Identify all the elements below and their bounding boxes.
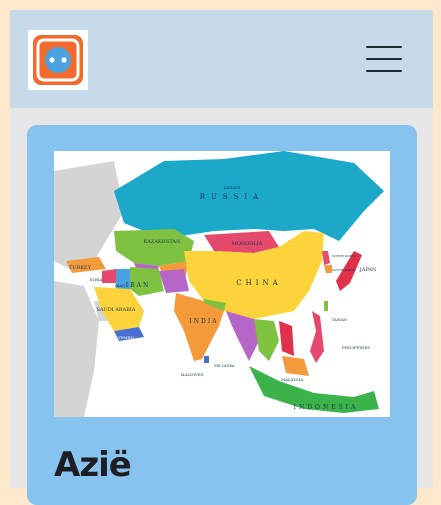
map-label: MALDIVES: [181, 372, 204, 377]
map-label: PHILIPPINES: [342, 345, 370, 350]
power-socket-icon: [33, 35, 83, 85]
map-label: (ASIAN): [224, 185, 241, 190]
map-label: TAIWAN: [332, 318, 347, 322]
map-label: SAUDI ARABIA: [96, 307, 135, 313]
map-label: NORTH KOREA: [332, 254, 357, 258]
card-title: Azië: [54, 445, 132, 485]
map-label: INDIA: [189, 318, 218, 325]
map-label: MALAYSIA: [281, 377, 303, 382]
map-label: JAPAN: [359, 267, 377, 273]
map-label: SOUTH KOREA: [332, 268, 357, 272]
map-label: SRI LANKA: [214, 364, 235, 368]
hamburger-menu-button[interactable]: [366, 46, 404, 72]
map-label: RUSSIA: [200, 193, 264, 201]
map-label: IRAQ: [115, 283, 126, 288]
map-label: YEMEN: [117, 335, 135, 340]
main-content: (ASIAN) RUSSIA KAZAKHSTAN MONGOLIA CHINA…: [10, 108, 433, 505]
menu-bar: [366, 58, 402, 60]
menu-bar: [366, 46, 402, 48]
continent-card[interactable]: (ASIAN) RUSSIA KAZAKHSTAN MONGOLIA CHINA…: [27, 125, 417, 505]
map-label: MONGOLIA: [232, 241, 263, 247]
asia-map-image: (ASIAN) RUSSIA KAZAKHSTAN MONGOLIA CHINA…: [54, 151, 390, 417]
map-label: TURKEY: [69, 265, 92, 271]
site-header: [10, 10, 433, 108]
map-label: CHINA: [236, 279, 281, 287]
map-label: INDONESIA: [294, 404, 359, 411]
map-label: KAZAKHSTAN: [144, 239, 181, 245]
map-label: IRAN: [126, 282, 150, 289]
map-label: SYRIA: [90, 277, 103, 282]
logo-link[interactable]: [28, 30, 88, 90]
menu-bar: [366, 70, 402, 72]
